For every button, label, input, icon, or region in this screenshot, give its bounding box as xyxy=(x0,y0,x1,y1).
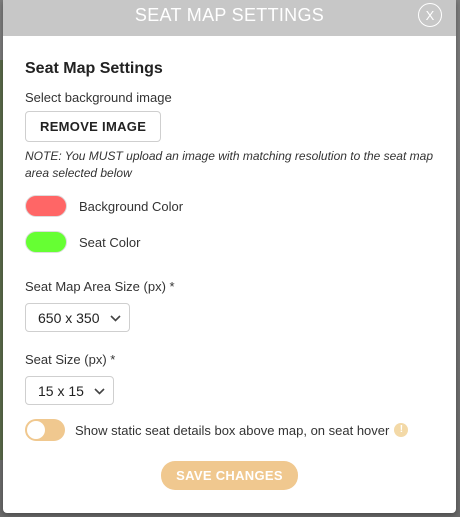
hover-details-toggle[interactable] xyxy=(25,419,65,441)
remove-image-button[interactable]: REMOVE IMAGE xyxy=(25,111,162,142)
save-changes-button[interactable]: SAVE CHANGES xyxy=(161,461,298,490)
save-wrap: SAVE CHANGES xyxy=(25,461,434,490)
seat-color-swatch[interactable] xyxy=(25,231,67,253)
background-color-label: Background Color xyxy=(79,198,184,214)
modal-header: SEAT MAP SETTINGS X xyxy=(3,0,456,36)
seat-color-label: Seat Color xyxy=(79,234,141,250)
background-color-swatch[interactable] xyxy=(25,195,67,217)
seat-color-row: Seat Color xyxy=(25,231,434,253)
background-color-row: Background Color xyxy=(25,195,434,217)
close-icon: X xyxy=(425,8,435,23)
hover-toggle-label: Show static seat details box above map, … xyxy=(75,422,390,438)
chevron-down-icon xyxy=(109,311,121,325)
area-size-label: Seat Map Area Size (px) * xyxy=(25,279,175,294)
background-image-label: Select background image xyxy=(25,90,172,105)
hover-toggle-row: Show static seat details box above map, … xyxy=(25,419,434,441)
area-size-value: 650 x 350 xyxy=(38,309,100,326)
resolution-note: NOTE: You MUST upload an image with matc… xyxy=(25,149,433,180)
seat-size-value: 15 x 15 xyxy=(38,382,84,399)
toggle-knob xyxy=(27,421,45,439)
seat-map-settings-modal: SEAT MAP SETTINGS X Seat Map Settings Se… xyxy=(3,0,456,513)
chevron-down-icon xyxy=(94,384,105,398)
seat-size-select[interactable]: 15 x 15 xyxy=(25,376,114,405)
seat-size-label: Seat Size (px) * xyxy=(25,352,116,367)
section-title: Seat Map Settings xyxy=(25,60,163,77)
info-icon[interactable]: ! xyxy=(394,423,409,437)
close-button[interactable]: X xyxy=(418,3,442,27)
modal-title: SEAT MAP SETTINGS xyxy=(134,5,325,25)
modal-content: Seat Map Settings Select background imag… xyxy=(3,60,456,490)
area-size-select[interactable]: 650 x 350 xyxy=(25,303,130,332)
